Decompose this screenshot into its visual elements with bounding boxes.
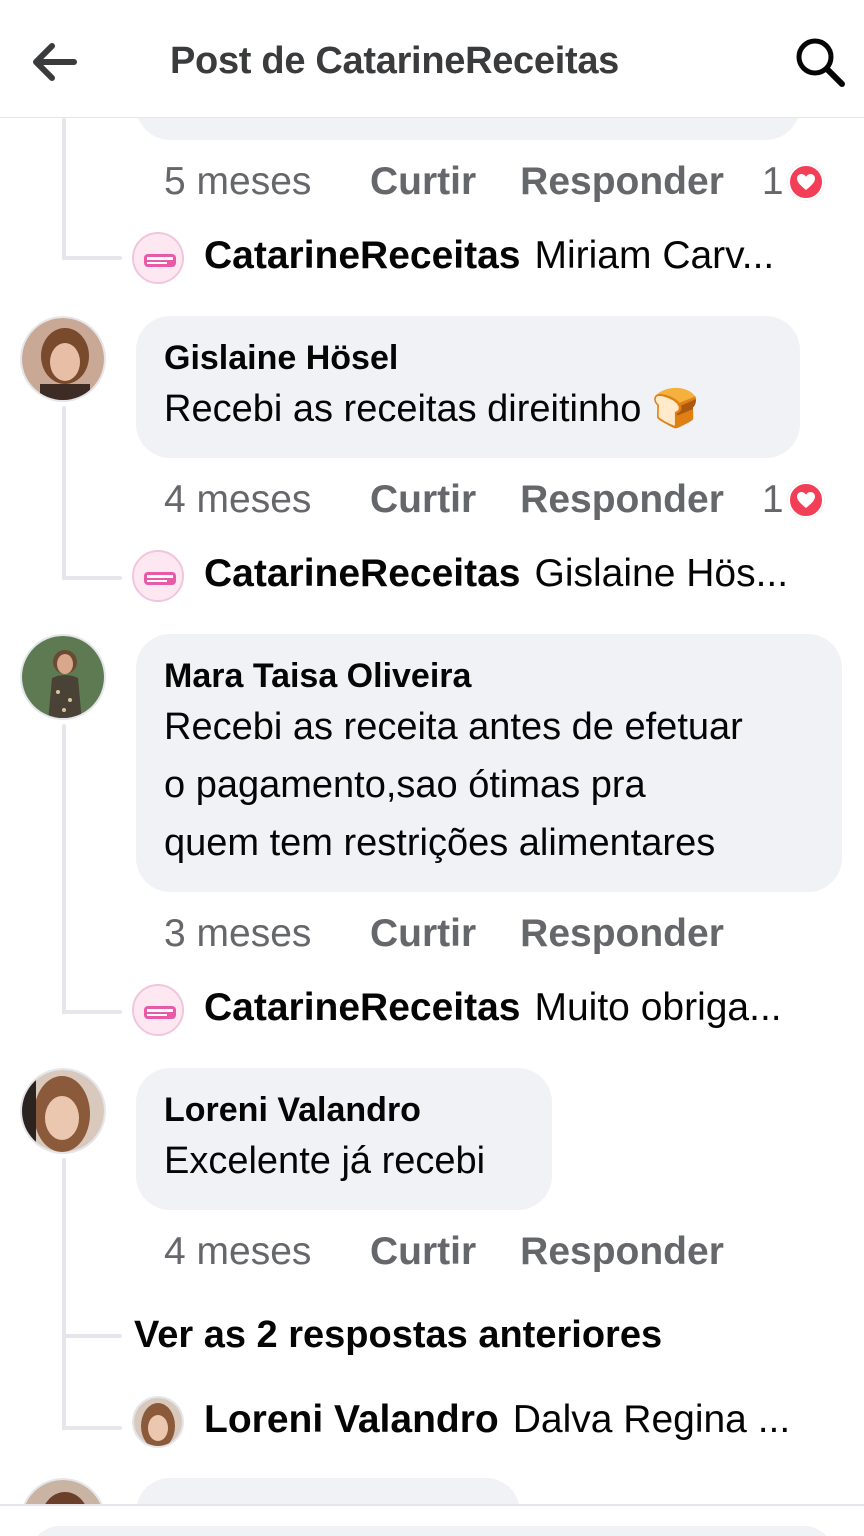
reply-preview[interactable]: CatarineReceitas Miriam Carv... — [204, 234, 824, 278]
reply-button[interactable]: Responder — [520, 160, 724, 204]
avatar[interactable] — [132, 232, 184, 284]
comment-text-line: Recebi as receita antes de efetuar — [164, 706, 743, 748]
thread-branch — [62, 256, 122, 260]
reply-button[interactable]: Responder — [520, 1230, 724, 1274]
thread-branch — [62, 1334, 122, 1338]
comment-text: Recebi as receitas direitinho 🍞 — [164, 388, 700, 430]
reply-text: Muito obriga... — [534, 986, 782, 1029]
heart-reaction-icon[interactable] — [787, 482, 824, 518]
reply-button[interactable]: Responder — [520, 912, 724, 956]
avatar[interactable] — [132, 984, 184, 1036]
comment-bubble-partial[interactable] — [136, 118, 800, 140]
profile-photo — [22, 318, 104, 400]
reaction-count[interactable]: 1 — [762, 160, 784, 204]
profile-photo — [134, 1398, 182, 1446]
back-button[interactable] — [24, 36, 84, 88]
comment-author[interactable]: Gislaine Hösel — [164, 336, 770, 380]
avatar[interactable] — [132, 1396, 184, 1448]
comment-author[interactable]: Loreni Valandro — [164, 1088, 522, 1132]
thread-line — [62, 1158, 66, 1430]
brand-logo-avatar — [136, 554, 182, 600]
thread-line — [62, 406, 66, 580]
comment-author[interactable]: Mara Taisa Oliveira — [164, 654, 812, 698]
reply-text: Dalva Regina ... — [512, 1398, 791, 1441]
comment-meta: 5 meses Curtir Responder 1 — [164, 160, 824, 204]
comment-bubble-partial[interactable] — [136, 1478, 520, 1504]
reply-author[interactable]: CatarineReceitas — [204, 552, 521, 596]
reply-author[interactable]: CatarineReceitas — [204, 234, 521, 278]
comment-text: Excelente já recebi — [164, 1140, 486, 1182]
reply-preview[interactable]: Loreni Valandro Dalva Regina ... — [204, 1398, 824, 1442]
brand-logo-avatar — [136, 236, 182, 282]
comment-bubble[interactable]: Gislaine Hösel Recebi as receitas direit… — [136, 316, 800, 458]
thread-line — [62, 724, 66, 1014]
comment-bubble[interactable]: Loreni Valandro Excelente já recebi — [136, 1068, 552, 1210]
avatar[interactable] — [20, 316, 106, 402]
search-icon — [796, 38, 845, 87]
avatar[interactable] — [20, 1478, 106, 1504]
like-button[interactable]: Curtir — [370, 1230, 476, 1274]
avatar[interactable] — [132, 550, 184, 602]
comment-text-line: o pagamento,sao ótimas pra — [164, 764, 646, 806]
thread-branch — [62, 1426, 122, 1430]
search-button[interactable] — [790, 32, 850, 92]
view-previous-replies-link[interactable]: Ver as 2 respostas anteriores — [134, 1314, 662, 1357]
reply-text: Gislaine Hös... — [534, 552, 789, 595]
avatar[interactable] — [20, 634, 106, 720]
avatar[interactable] — [20, 1068, 106, 1154]
comment-composer-bar — [0, 1504, 864, 1536]
comment-input[interactable] — [30, 1526, 834, 1536]
reply-author[interactable]: CatarineReceitas — [204, 986, 521, 1030]
comment-text-line: quem tem restrições alimentares — [164, 822, 716, 864]
comment-meta: 4 meses Curtir Responder — [164, 1230, 768, 1274]
profile-photo — [22, 1480, 104, 1504]
comment-meta: 4 meses Curtir Responder 1 — [164, 478, 824, 522]
like-button[interactable]: Curtir — [370, 912, 476, 956]
comment-time[interactable]: 4 meses — [164, 1230, 370, 1274]
heart-reaction-icon[interactable] — [787, 164, 824, 200]
reply-button[interactable]: Responder — [520, 478, 724, 522]
comment-thread: 5 meses Curtir Responder 1 CatarineRecei… — [0, 118, 864, 1504]
thread-branch — [62, 576, 122, 580]
comment-time[interactable]: 3 meses — [164, 912, 370, 956]
like-button[interactable]: Curtir — [370, 478, 476, 522]
brand-logo-avatar — [136, 988, 182, 1034]
reply-preview[interactable]: CatarineReceitas Gislaine Hös... — [204, 552, 824, 596]
arrow-left-icon — [33, 43, 77, 81]
comment-bubble[interactable]: Mara Taisa Oliveira Recebi as receita an… — [136, 634, 842, 892]
comment-time[interactable]: 5 meses — [164, 160, 370, 204]
thread-line — [62, 118, 66, 260]
profile-photo — [22, 1070, 104, 1152]
comment-meta: 3 meses Curtir Responder — [164, 912, 768, 956]
comment-time[interactable]: 4 meses — [164, 478, 370, 522]
thread-branch — [62, 1010, 122, 1014]
page-title: Post de CatarineReceitas — [170, 40, 619, 82]
reply-author[interactable]: Loreni Valandro — [204, 1398, 499, 1442]
reply-text: Miriam Carv... — [534, 234, 775, 277]
reply-preview[interactable]: CatarineReceitas Muito obriga... — [204, 986, 824, 1030]
top-bar: Post de CatarineReceitas — [0, 0, 864, 118]
profile-photo — [22, 636, 104, 718]
reaction-count[interactable]: 1 — [762, 478, 784, 522]
like-button[interactable]: Curtir — [370, 160, 476, 204]
